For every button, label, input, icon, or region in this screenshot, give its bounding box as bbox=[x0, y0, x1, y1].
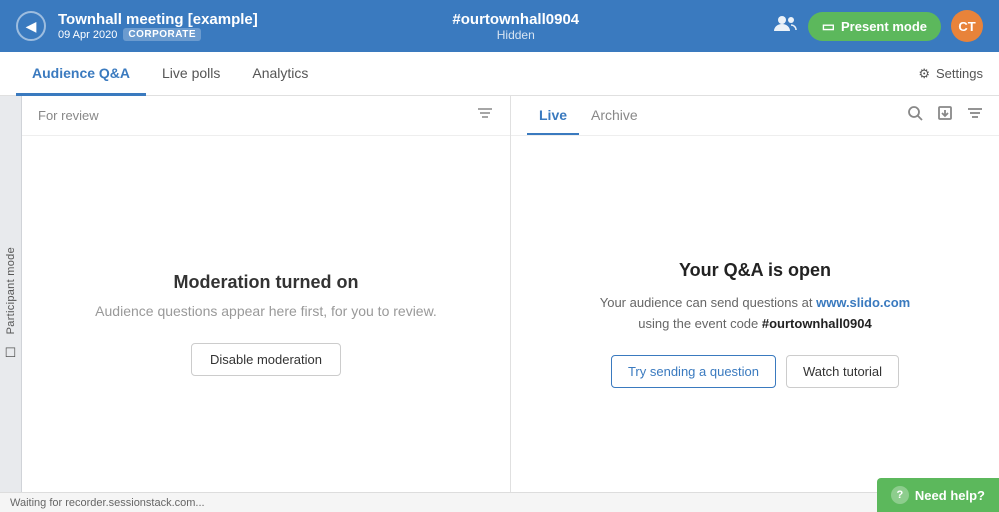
tab-live[interactable]: Live bbox=[527, 96, 579, 135]
right-panel-header: Live Archive bbox=[511, 96, 999, 136]
need-help-button[interactable]: ? Need help? bbox=[877, 478, 999, 512]
header: ◀ Townhall meeting [example] 09 Apr 2020… bbox=[0, 0, 999, 52]
nav-tabs: Audience Q&A Live polls Analytics bbox=[16, 52, 918, 95]
header-actions: ▭ Present mode CT bbox=[774, 10, 983, 42]
participant-mode-label[interactable]: Participant mode bbox=[5, 247, 17, 334]
try-sending-button[interactable]: Try sending a question bbox=[611, 355, 776, 388]
nav-bar: Audience Q&A Live polls Analytics ⚙ Sett… bbox=[0, 52, 999, 96]
header-center: #ourtownhall0904 Hidden bbox=[270, 11, 762, 42]
slido-link[interactable]: www.slido.com bbox=[816, 295, 910, 310]
left-panel-body: Moderation turned on Audience questions … bbox=[22, 136, 510, 512]
present-mode-button[interactable]: ▭ Present mode bbox=[808, 12, 941, 41]
settings-label: Settings bbox=[936, 66, 983, 81]
hidden-label: Hidden bbox=[270, 28, 762, 42]
users-icon[interactable] bbox=[774, 15, 798, 38]
tab-audience-qa[interactable]: Audience Q&A bbox=[16, 52, 146, 96]
header-title-block: Townhall meeting [example] 09 Apr 2020 C… bbox=[58, 11, 258, 41]
left-panel-header: For review bbox=[22, 96, 510, 136]
back-icon: ◀ bbox=[26, 18, 37, 35]
tab-live-polls[interactable]: Live polls bbox=[146, 52, 236, 96]
live-archive-tabs: Live Archive bbox=[527, 96, 650, 135]
event-code: #ourtownhall0904 bbox=[270, 11, 762, 28]
moderation-title: Moderation turned on bbox=[174, 272, 359, 293]
filter-icon[interactable] bbox=[967, 106, 983, 125]
meeting-subtitle: 09 Apr 2020 CORPORATE bbox=[58, 28, 258, 41]
qna-open-desc: Your audience can send questions at www.… bbox=[600, 293, 911, 335]
moderation-desc: Audience questions appear here first, fo… bbox=[95, 303, 437, 319]
need-help-label: Need help? bbox=[915, 488, 985, 503]
tab-analytics[interactable]: Analytics bbox=[236, 52, 324, 96]
download-icon[interactable] bbox=[937, 105, 953, 126]
need-help-icon: ? bbox=[891, 486, 909, 504]
main-content: Participant mode ☐ For review Moderation… bbox=[0, 96, 999, 512]
left-filter-icon[interactable] bbox=[476, 106, 494, 125]
left-panel: For review Moderation turned on Audience… bbox=[22, 96, 511, 512]
users-svg bbox=[774, 15, 798, 33]
monitor-icon: ▭ bbox=[822, 18, 835, 35]
settings-icon: ⚙ bbox=[918, 66, 930, 82]
qna-actions: Try sending a question Watch tutorial bbox=[611, 355, 899, 388]
meeting-title: Townhall meeting [example] bbox=[58, 11, 258, 28]
for-review-label: For review bbox=[38, 108, 476, 123]
present-mode-label: Present mode bbox=[841, 19, 927, 34]
avatar[interactable]: CT bbox=[951, 10, 983, 42]
right-panel-actions bbox=[907, 105, 983, 126]
disable-moderation-button[interactable]: Disable moderation bbox=[191, 343, 341, 376]
watch-tutorial-button[interactable]: Watch tutorial bbox=[786, 355, 899, 388]
status-text: Waiting for recorder.sessionstack.com... bbox=[10, 497, 205, 509]
tab-archive[interactable]: Archive bbox=[579, 96, 650, 135]
participant-sidebar: Participant mode ☐ bbox=[0, 96, 22, 512]
right-panel: Live Archive bbox=[511, 96, 999, 512]
status-bar: Waiting for recorder.sessionstack.com... bbox=[0, 492, 999, 512]
event-code-bold: #ourtownhall0904 bbox=[762, 316, 872, 331]
back-button[interactable]: ◀ bbox=[16, 11, 46, 41]
qna-open-title: Your Q&A is open bbox=[679, 260, 831, 281]
avatar-initials: CT bbox=[958, 19, 975, 34]
corporate-badge: CORPORATE bbox=[123, 28, 201, 41]
settings-button[interactable]: ⚙ Settings bbox=[918, 66, 983, 82]
right-panel-body: Your Q&A is open Your audience can send … bbox=[511, 136, 999, 512]
search-icon[interactable] bbox=[907, 105, 923, 126]
meeting-date: 09 Apr 2020 bbox=[58, 29, 117, 41]
phone-icon[interactable]: ☐ bbox=[5, 345, 17, 361]
